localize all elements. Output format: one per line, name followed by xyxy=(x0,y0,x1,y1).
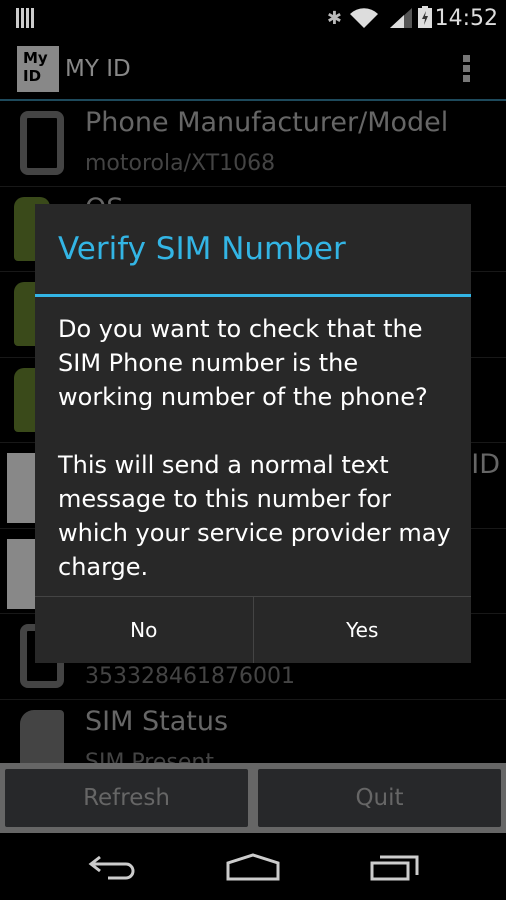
battery-charging-icon xyxy=(418,6,432,28)
dialog-message: Do you want to check that the SIM Phone … xyxy=(58,315,451,581)
back-icon[interactable] xyxy=(88,853,136,881)
app-logo: My ID xyxy=(17,46,59,92)
overflow-menu-icon[interactable] xyxy=(463,55,470,83)
app-title: MY ID xyxy=(65,56,131,82)
quit-button[interactable]: Quit xyxy=(258,769,501,827)
bluetooth-icon: ✱ xyxy=(326,8,342,29)
refresh-button[interactable]: Refresh xyxy=(5,769,248,827)
verify-sim-dialog: Verify SIM Number Do you want to check t… xyxy=(35,204,471,663)
clock: 14:52 xyxy=(434,6,498,31)
phone-icon xyxy=(20,111,64,175)
signal-icon xyxy=(390,8,412,28)
dialog-buttons: No Yes xyxy=(35,596,471,663)
notification-icon xyxy=(16,8,34,28)
yes-button[interactable]: Yes xyxy=(252,597,472,663)
no-button[interactable]: No xyxy=(35,597,253,663)
list-item[interactable]: SIM Status SIM Present xyxy=(0,700,506,765)
dialog-title: Verify SIM Number xyxy=(58,231,346,267)
home-icon[interactable] xyxy=(226,853,280,881)
action-bar: My ID MY ID xyxy=(0,40,506,100)
status-bar: ✱ 14:52 xyxy=(0,0,506,38)
list-item[interactable]: Phone Manufacturer/Model motorola/XT1068 xyxy=(0,101,506,187)
sim-card-icon xyxy=(20,709,64,765)
wifi-icon xyxy=(350,8,378,28)
recent-apps-icon[interactable] xyxy=(370,853,420,881)
dialog-title-divider xyxy=(35,294,471,297)
navigation-bar xyxy=(0,833,506,900)
bottom-button-bar: Refresh Quit xyxy=(0,763,506,833)
